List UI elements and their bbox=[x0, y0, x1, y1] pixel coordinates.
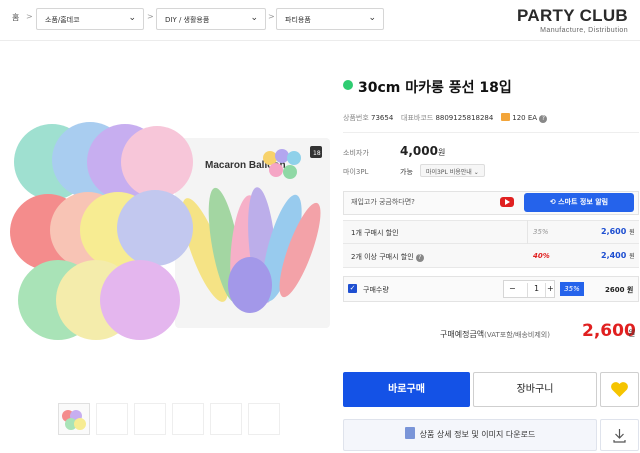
unit-value: 120 EA bbox=[512, 114, 538, 122]
discount-pct: 40% bbox=[533, 252, 550, 260]
box-icon bbox=[501, 113, 510, 121]
product-title: 30cm 마카롱 풍선 18입 bbox=[358, 80, 512, 96]
thumbnail[interactable] bbox=[248, 403, 280, 435]
currency-unit: 원 bbox=[629, 229, 635, 236]
minus-button[interactable]: − bbox=[509, 284, 516, 293]
category-select-3-label: 파티용품 bbox=[285, 16, 311, 24]
logo-text: PARTY CLUB bbox=[517, 6, 628, 25]
header-divider bbox=[0, 40, 640, 41]
discount-label: 2개 이상 구매시 할인 ? bbox=[351, 252, 424, 262]
brand-logo[interactable]: PARTY CLUB Manufacture, Distribution bbox=[517, 6, 628, 34]
total-label-text: 구매예정금액 bbox=[440, 330, 485, 339]
category-select-2-label: DIY / 생활용품 bbox=[165, 16, 210, 24]
thumbnail[interactable] bbox=[96, 403, 128, 435]
seller-cost-dropdown[interactable]: 마이3PL 비용안내 ⌄ bbox=[420, 164, 485, 177]
discount-price: 2,400 원 bbox=[601, 251, 635, 260]
breadcrumb-separator: > bbox=[147, 12, 154, 21]
category-select-1-label: 소품/홈데코 bbox=[45, 16, 80, 24]
discount-pct: 35% bbox=[533, 228, 549, 236]
barcode-value: 8809125818284 bbox=[435, 114, 494, 122]
status-dot bbox=[343, 80, 353, 90]
chevron-down-icon: ⌄ bbox=[250, 13, 258, 23]
smart-alert-label: 스마트 정보 알림 bbox=[558, 198, 609, 206]
discount-price-value: 2,600 bbox=[601, 227, 627, 236]
category-select-1[interactable]: 소품/홈데코 ⌄ bbox=[36, 8, 144, 30]
product-code-label: 상품번호 bbox=[343, 114, 369, 122]
add-to-cart-button[interactable]: 장바구니 bbox=[473, 372, 597, 407]
total-note: (VAT포함/배송비제외) bbox=[484, 331, 550, 339]
breadcrumb-separator: > bbox=[268, 12, 275, 21]
download-info-button[interactable]: 상품 상세 정보 및 이미지 다운로드 bbox=[343, 419, 597, 451]
breadcrumb-home[interactable]: 홈 bbox=[12, 12, 19, 23]
discount-badge: 35% bbox=[560, 282, 584, 296]
currency-unit: 원 bbox=[437, 148, 446, 157]
breadcrumb-separator: > bbox=[26, 12, 33, 21]
total-label: 구매예정금액(VAT포함/배송비제외) bbox=[440, 329, 550, 340]
download-button[interactable] bbox=[600, 419, 639, 451]
bell-icon: ⟲ bbox=[549, 198, 559, 206]
stepper-divider bbox=[545, 283, 546, 297]
quantity-stepper[interactable]: − 1 + bbox=[503, 280, 555, 298]
heart-icon bbox=[611, 382, 628, 397]
thumbnail[interactable] bbox=[134, 403, 166, 435]
product-code: 상품번호 73654 bbox=[343, 113, 393, 123]
thumbnail[interactable] bbox=[210, 403, 242, 435]
barcode-label: 대표바코드 bbox=[401, 114, 434, 122]
quantity-checkbox[interactable]: ✓ bbox=[348, 284, 357, 293]
discount-label: 1개 구매시 할인 bbox=[351, 229, 399, 237]
help-icon[interactable]: ? bbox=[415, 254, 424, 262]
help-icon[interactable]: ? bbox=[539, 115, 548, 123]
stepper-divider bbox=[527, 283, 528, 297]
seller-label: 마이3PL bbox=[343, 168, 369, 176]
seller-value: 가능 bbox=[400, 168, 413, 176]
package-count: 18 bbox=[313, 150, 321, 157]
currency-unit: 원 bbox=[629, 253, 635, 260]
youtube-icon[interactable] bbox=[500, 197, 514, 207]
document-icon bbox=[404, 427, 415, 439]
category-select-3[interactable]: 파티용품 ⌄ bbox=[276, 8, 384, 30]
thumbnail[interactable] bbox=[172, 403, 204, 435]
product-image: Macaron Balloon 18 bbox=[10, 122, 322, 340]
quantity-price: 2600 원 bbox=[605, 286, 634, 294]
smart-alert-button[interactable]: ⟲ 스마트 정보 알림 bbox=[524, 193, 634, 212]
restock-question: 재입고가 궁금하다면? bbox=[351, 198, 415, 206]
quantity-label: 구매수량 bbox=[363, 286, 389, 294]
section-divider bbox=[343, 132, 639, 133]
plus-button[interactable]: + bbox=[547, 284, 554, 293]
discount-price: 2,600 원 bbox=[601, 227, 635, 236]
buy-now-button[interactable]: 바로구매 bbox=[343, 372, 470, 407]
logo-subtitle: Manufacture, Distribution bbox=[540, 27, 628, 34]
discount-price-value: 2,400 bbox=[601, 251, 627, 260]
unit-info: 120 EA ? bbox=[501, 113, 548, 123]
download-info-label: 상품 상세 정보 및 이미지 다운로드 bbox=[419, 430, 536, 439]
chevron-down-icon: ⌄ bbox=[128, 13, 136, 23]
download-icon bbox=[613, 429, 626, 443]
consumer-price: 4,000원 bbox=[400, 144, 445, 158]
consumer-price-label: 소비자가 bbox=[343, 149, 369, 157]
currency-unit: 원 bbox=[628, 329, 636, 338]
discount-label-text: 2개 이상 구매시 할인 bbox=[351, 253, 414, 261]
thumbnail[interactable] bbox=[58, 403, 90, 435]
quantity-value[interactable]: 1 bbox=[534, 284, 539, 293]
wishlist-button[interactable] bbox=[600, 372, 639, 407]
category-select-2[interactable]: DIY / 생활용품 ⌄ bbox=[156, 8, 266, 30]
chevron-down-icon: ⌄ bbox=[368, 13, 376, 23]
consumer-price-value: 4,000 bbox=[400, 144, 438, 158]
barcode: 대표바코드 8809125818284 bbox=[401, 113, 493, 123]
product-code-value: 73654 bbox=[371, 114, 394, 122]
